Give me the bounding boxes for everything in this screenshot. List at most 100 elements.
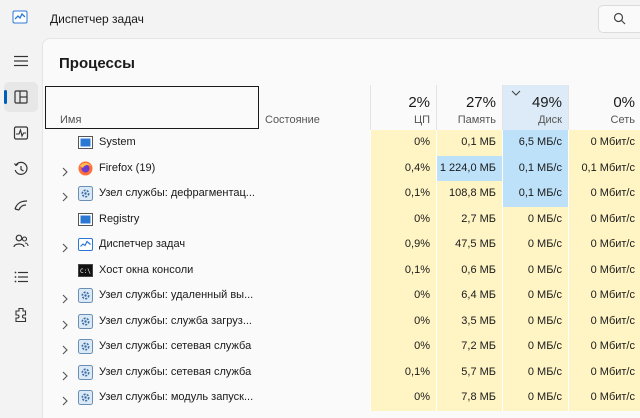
cpu-cell: 0,9% [370, 232, 436, 258]
disk-cell: 0 МБ/с [502, 334, 568, 360]
process-status [259, 232, 370, 258]
disk-cell: 0,1 МБ/с [502, 181, 568, 207]
expand-chevron-icon[interactable] [61, 393, 69, 411]
disk-cell: 0,1 МБ/с [502, 155, 568, 181]
table-row[interactable]: Узел службы: модуль запуск... 0% 7,8 МБ 0 М… [43, 385, 640, 411]
disk-cell: 6,5 МБ/с [502, 130, 568, 156]
network-cell: 0 Мбит/с [568, 385, 640, 411]
disk-total: 49% [531, 94, 562, 111]
process-name: Registry [99, 212, 140, 225]
nav-startup-apps[interactable] [4, 190, 38, 220]
disk-cell: 0 МБ/с [502, 359, 568, 385]
table-row[interactable]: System 0% 0,1 МБ 6,5 МБ/с 0 Мбит/с [43, 130, 640, 156]
process-status [259, 360, 370, 386]
gear-icon [78, 186, 93, 201]
network-cell: 0 Мбит/с [568, 257, 640, 283]
process-status [259, 181, 370, 207]
nav-performance[interactable] [4, 118, 38, 148]
table-row[interactable]: Диспетчер задач 0,9% 47,5 МБ 0 МБ/с 0 Мбит/с [43, 232, 640, 258]
disk-cell: 0 МБ/с [502, 206, 568, 232]
column-label-cpu: ЦП [413, 114, 430, 126]
process-status [259, 334, 370, 360]
nav-users[interactable] [4, 226, 38, 256]
services-icon [15, 307, 27, 323]
gear-icon [78, 313, 93, 329]
menu-icon [14, 55, 28, 67]
process-status [259, 385, 370, 411]
column-header-status[interactable]: Состояние [259, 85, 370, 130]
memory-cell: 0,6 МБ [436, 257, 502, 283]
memory-cell: 108,8 МБ [436, 181, 502, 207]
system-icon [78, 135, 93, 150]
console-icon: C:\ [78, 263, 93, 278]
startup-apps-icon [14, 200, 28, 211]
svg-text:C:\: C:\ [80, 268, 91, 275]
nav-services[interactable] [4, 300, 38, 330]
task-manager-icon [78, 237, 93, 252]
processes-icon [14, 90, 28, 104]
system-icon [78, 212, 93, 227]
expand-chevron-icon[interactable] [61, 164, 69, 182]
column-header-disk[interactable]: 49% Диск [502, 85, 568, 130]
expand-chevron-icon[interactable] [61, 240, 69, 258]
memory-cell: 1 224,0 МБ [436, 155, 502, 181]
disk-cell: 0 МБ/с [502, 232, 568, 258]
active-indicator [4, 90, 7, 104]
memory-cell: 5,7 МБ [436, 359, 502, 385]
gear-icon [78, 339, 93, 354]
search-button[interactable] [598, 5, 640, 33]
table-row[interactable]: Registry 0% 2,7 МБ 0 МБ/с 0 Мбит/с [43, 206, 640, 233]
table-header: Имя Состояние 2% ЦП 27% Память 49% Диск … [43, 85, 640, 130]
table-row[interactable]: Узел службы: служба загруз... 0% 3,5 МБ 0 М… [43, 308, 640, 335]
process-status [259, 207, 370, 233]
memory-cell: 3,5 МБ [436, 308, 502, 334]
cpu-cell: 0% [370, 385, 436, 411]
table-row[interactable]: Узел службы: дефрагментац... 0,1% 108,8 МБ… [43, 181, 640, 207]
table-row[interactable]: Узел службы: сетевая служба 0,1% 5,7 МБ 0 М… [43, 359, 640, 386]
process-status [259, 258, 370, 284]
process-name: Диспетчер задач [99, 238, 186, 250]
column-label-disk: Диск [538, 114, 562, 126]
nav-processes[interactable] [4, 82, 38, 112]
nav-app-history[interactable] [4, 154, 38, 184]
users-icon [13, 234, 29, 248]
column-header-network[interactable]: 0% Сеть [568, 85, 640, 130]
column-header-memory[interactable]: 27% Память [436, 85, 502, 130]
network-cell: 0 Мбит/с [568, 308, 640, 334]
network-cell: 0 Мбит/с [568, 181, 640, 207]
expand-chevron-icon[interactable] [61, 317, 69, 335]
column-label-network: Сеть [610, 114, 635, 126]
cpu-cell: 0,1% [370, 257, 436, 283]
expand-chevron-icon[interactable] [61, 342, 69, 360]
task-manager-app-icon [12, 10, 28, 24]
column-label-memory: Память [457, 114, 496, 126]
performance-icon [13, 126, 29, 140]
processes-panel: Процессы Имя Состояние 2% ЦП 27% Память … [42, 38, 640, 418]
expand-chevron-icon[interactable] [61, 291, 69, 309]
column-header-name[interactable]: Имя [45, 86, 259, 129]
table-row[interactable]: Firefox (19) 0,4% 1 224,0 МБ 0,1 МБ/с 0,1 Мб… [43, 155, 640, 182]
disk-cell: 0 МБ/с [502, 385, 568, 411]
table-row[interactable]: Узел службы: сетевая служба 0% 7,2 МБ 0 МБ/… [43, 334, 640, 360]
process-name: Firefox (19) [99, 161, 156, 174]
table-row[interactable]: Узел службы: удаленный вы... 0% 6,4 МБ 0 МБ… [43, 283, 640, 309]
column-header-cpu[interactable]: 2% ЦП [370, 85, 436, 130]
memory-cell: 0,1 МБ [436, 130, 502, 156]
expand-chevron-icon[interactable] [61, 368, 69, 386]
memory-cell: 47,5 МБ [436, 232, 502, 258]
memory-total: 27% [465, 94, 496, 111]
nav-details[interactable] [4, 262, 38, 292]
cpu-cell: 0,1% [370, 181, 436, 207]
gear-icon [78, 288, 93, 303]
cpu-cell: 0% [370, 334, 436, 360]
cpu-cell: 0,4% [370, 155, 436, 181]
network-cell: 0 Мбит/с [568, 359, 640, 385]
cpu-cell: 0% [370, 130, 436, 156]
table-row[interactable]: C:\ Хост окна консоли 0,1% 0,6 МБ 0 МБ/с 0 Мб… [43, 257, 640, 284]
menu-button[interactable] [4, 46, 38, 76]
memory-cell: 7,2 МБ [436, 334, 502, 360]
expand-chevron-icon[interactable] [61, 189, 69, 207]
cpu-cell: 0% [370, 283, 436, 309]
gear-icon [78, 364, 93, 380]
memory-cell: 6,4 МБ [436, 283, 502, 309]
